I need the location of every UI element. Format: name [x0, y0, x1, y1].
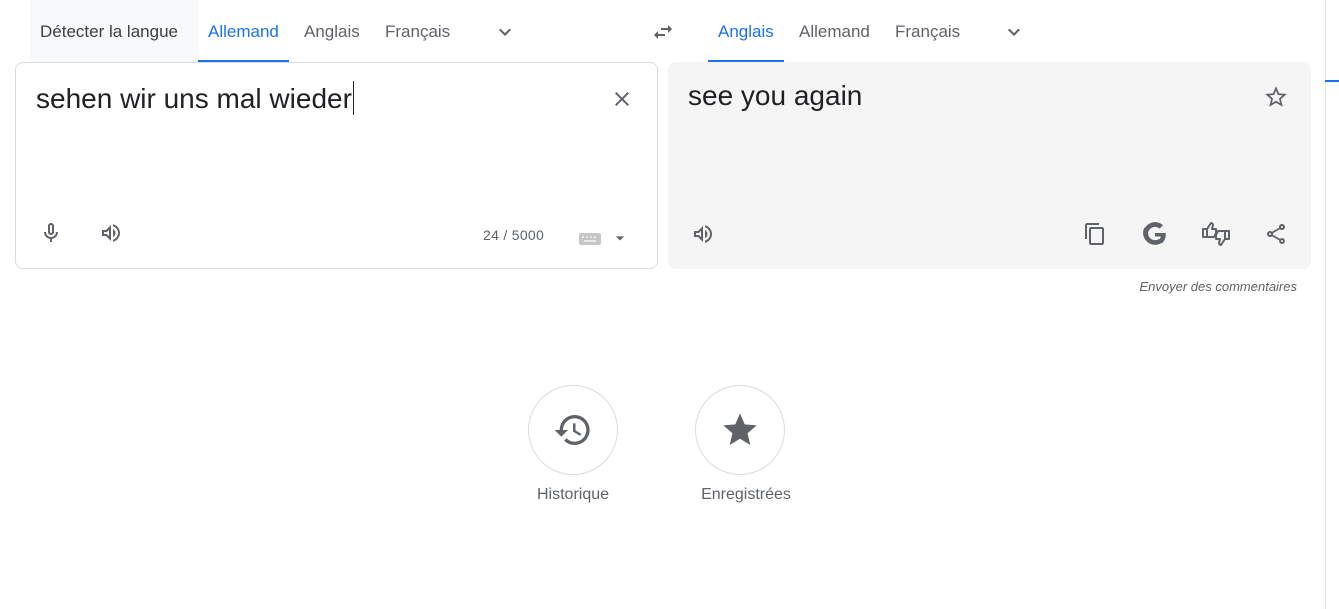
translation-text: see you again [688, 80, 863, 111]
copy-icon [1085, 223, 1104, 245]
chevron-down-icon [499, 28, 511, 36]
history-icon [554, 415, 590, 445]
rate-translation-button[interactable] [1200, 218, 1232, 250]
microphone-icon [44, 223, 58, 242]
target-tab-french[interactable]: Français [895, 0, 960, 62]
target-more-languages-button[interactable] [998, 16, 1030, 48]
input-tools-button[interactable] [576, 226, 632, 250]
swap-languages-button[interactable] [647, 16, 679, 48]
target-tab-german[interactable]: Allemand [799, 0, 870, 62]
send-feedback-link[interactable]: Envoyer des commentaires [1139, 279, 1297, 294]
chevron-down-icon [1008, 28, 1020, 36]
source-text-area[interactable]: sehen wir uns mal wieder 24 / 5000 [15, 62, 658, 269]
target-tab-english[interactable]: Anglais [708, 0, 784, 62]
open-in-google-button[interactable] [1139, 218, 1171, 250]
dropdown-arrow-icon [615, 236, 625, 241]
star-filled-icon [723, 413, 757, 445]
source-more-languages-button[interactable] [489, 16, 521, 48]
side-panel-divider [1325, 0, 1326, 609]
close-icon [615, 92, 629, 106]
source-tab-german[interactable]: Allemand [198, 0, 289, 62]
source-text: sehen wir uns mal wieder [36, 83, 352, 114]
speaker-icon [102, 224, 120, 242]
side-panel-accent [1325, 80, 1339, 82]
character-counter: 24 / 5000 [483, 227, 545, 243]
keyboard-icon [579, 233, 601, 245]
history-button[interactable] [528, 385, 618, 475]
share-translation-button[interactable] [1260, 218, 1292, 250]
translation-output-area: see you again [668, 62, 1311, 269]
listen-translation-button[interactable] [687, 218, 719, 250]
saved-label: Enregistrées [701, 486, 791, 503]
source-input[interactable]: sehen wir uns mal wieder [36, 81, 354, 115]
speaker-icon [694, 225, 712, 243]
listen-source-button[interactable] [95, 217, 127, 249]
save-translation-button[interactable] [1260, 81, 1292, 113]
text-caret [352, 81, 354, 115]
saved-button[interactable] [695, 385, 785, 475]
star-outline-icon [1265, 86, 1287, 107]
swap-languages-icon [654, 25, 672, 39]
feedback-thumbs-icon [1202, 222, 1230, 246]
share-icon [1267, 224, 1285, 244]
source-tab-english[interactable]: Anglais [304, 0, 360, 62]
clear-source-button[interactable] [606, 83, 638, 115]
tab-detect-language[interactable]: Détecter la langue [30, 0, 198, 62]
history-label: Historique [536, 486, 610, 503]
copy-translation-button[interactable] [1079, 218, 1111, 250]
voice-input-button[interactable] [35, 217, 67, 249]
source-tab-french[interactable]: Français [385, 0, 450, 62]
google-g-icon [1143, 222, 1166, 245]
